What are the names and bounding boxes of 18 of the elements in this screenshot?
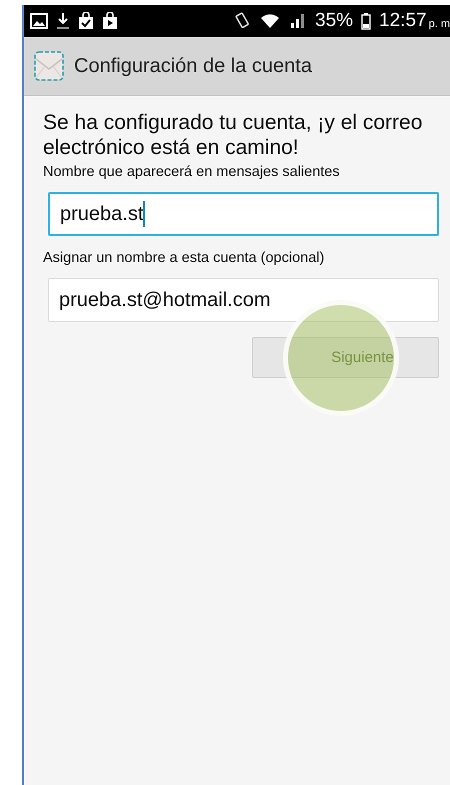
text-cursor: [143, 201, 146, 227]
battery-icon: [361, 12, 372, 30]
shopping-bag-check-icon: [78, 12, 94, 30]
envelope-icon: [34, 51, 64, 81]
wifi-icon: [259, 12, 282, 30]
battery-percentage: 35%: [315, 10, 354, 32]
screen-title: Configuración de la cuenta: [74, 54, 312, 78]
field-label: Nombre que aparecerá en mensajes salientes: [43, 164, 341, 180]
image-icon: [30, 13, 48, 29]
clock-time: 12:57: [379, 10, 427, 32]
download-icon: [56, 12, 70, 30]
shopping-bag-play-icon: [102, 12, 118, 30]
vibrate-icon: [233, 12, 252, 30]
time-suffix: p. m: [428, 18, 450, 30]
text-field[interactable]: prueba.st: [48, 192, 439, 236]
text-field[interactable]: prueba.st@hotmail.com: [48, 278, 439, 322]
success-message: Se ha configurado tu cuenta, ¡y el correo electrónico está en camino!: [43, 110, 424, 160]
field-label: Asignar un nombre a esta cuenta (opcional): [43, 250, 326, 266]
